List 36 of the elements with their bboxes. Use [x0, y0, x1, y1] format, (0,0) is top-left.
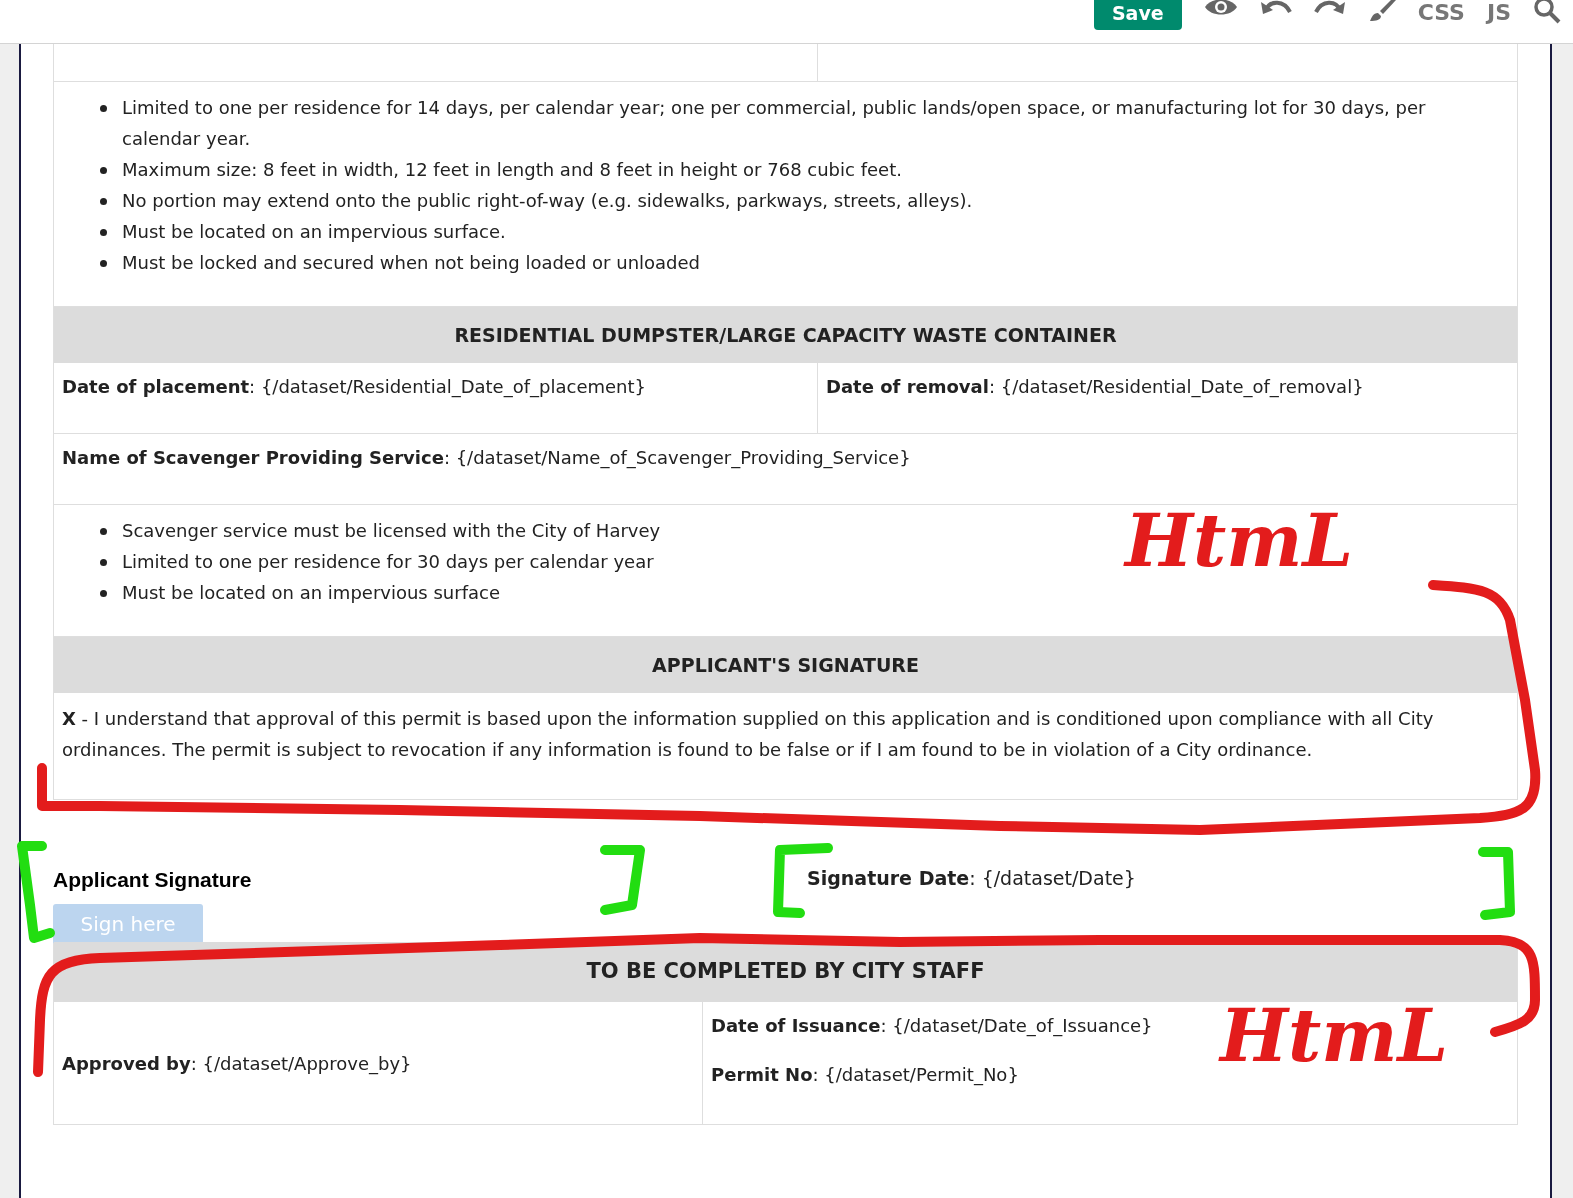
- signature-label: Applicant Signature: [53, 867, 252, 893]
- section-header: TO BE COMPLETED BY CITY STAFF: [54, 942, 1517, 1002]
- declaration-text: X - I understand that approval of this permit is based upon the information supplied on this application and is conditioned upon compliance with all City ordinances. The permit is subject to revocation if any information is found to be false or if I am found to be in violation of a City ordinance.: [54, 693, 1517, 800]
- bullet-icon: [100, 260, 107, 267]
- save-button[interactable]: Save: [1093, 0, 1182, 30]
- bullet-icon: [100, 229, 107, 236]
- bullet-icon: [100, 198, 107, 205]
- brush-icon[interactable]: [1367, 0, 1396, 22]
- list-item-text: No portion may extend onto the public right-of-way (e.g. sidewalks, parkways, streets, alleys).: [122, 189, 973, 213]
- bullet-icon: [100, 590, 107, 597]
- field-text: Date of Issuance: {/dataset/Date_of_Issuance}: [711, 1014, 1154, 1039]
- field-text: Date of removal: {/dataset/Residential_Date_of_removal}: [826, 376, 1364, 397]
- list-item-text: Scavenger service must be licensed with the City of Harvey: [122, 519, 661, 543]
- signature-date-text: Signature Date: {/dataset/Date}: [807, 866, 1136, 891]
- section-header: APPLICANT'S SIGNATURE: [54, 637, 1517, 693]
- toolbar-button[interactable]: JS: [1486, 2, 1511, 24]
- list-item-text: Must be located on an impervious surface: [122, 581, 500, 605]
- list-item-text: Maximum size: 8 feet in width, 12 feet in length and 8 feet in height or 768 cubic feet.: [122, 158, 902, 182]
- list-item-text: Must be locked and secured when not being loaded or unloaded: [122, 251, 700, 275]
- field-text: Name of Scavenger Providing Service: {/dataset/Name_of_Scavenger_Providing_Service}: [62, 447, 911, 468]
- bullet-icon: [100, 105, 107, 112]
- list-item-text: Limited to one per residence for 14 days, per calendar year; one per commercial, public lands/open space, or manufacturing lot for 30 days, per calendar year.: [122, 96, 1427, 151]
- field-text: Approved by: {/dataset/Approve_by}: [62, 1051, 412, 1077]
- field-text: Date of placement: {/dataset/Residential_Date_of_placement}: [62, 376, 646, 397]
- section-header: RESIDENTIAL DUMPSTER/LARGE CAPACITY WASTE CONTAINER: [54, 307, 1517, 363]
- bullet-icon: [100, 528, 107, 535]
- handwritten-note: HtmL: [1125, 505, 1354, 577]
- search-icon[interactable]: [1533, 0, 1561, 24]
- list-item-text: Limited to one per residence for 30 days per calendar year: [122, 550, 654, 574]
- field-text: Permit No: {/dataset/Permit_No}: [711, 1063, 1020, 1088]
- list-item-text: Must be located on an impervious surface.: [122, 220, 506, 244]
- bracket-stroke: [600, 845, 645, 915]
- bullet-icon: [100, 167, 107, 174]
- toolbar-button[interactable]: CSS: [1417, 2, 1465, 24]
- bullet-icon: [100, 559, 107, 566]
- handwritten-note: HtmL: [1220, 1000, 1449, 1072]
